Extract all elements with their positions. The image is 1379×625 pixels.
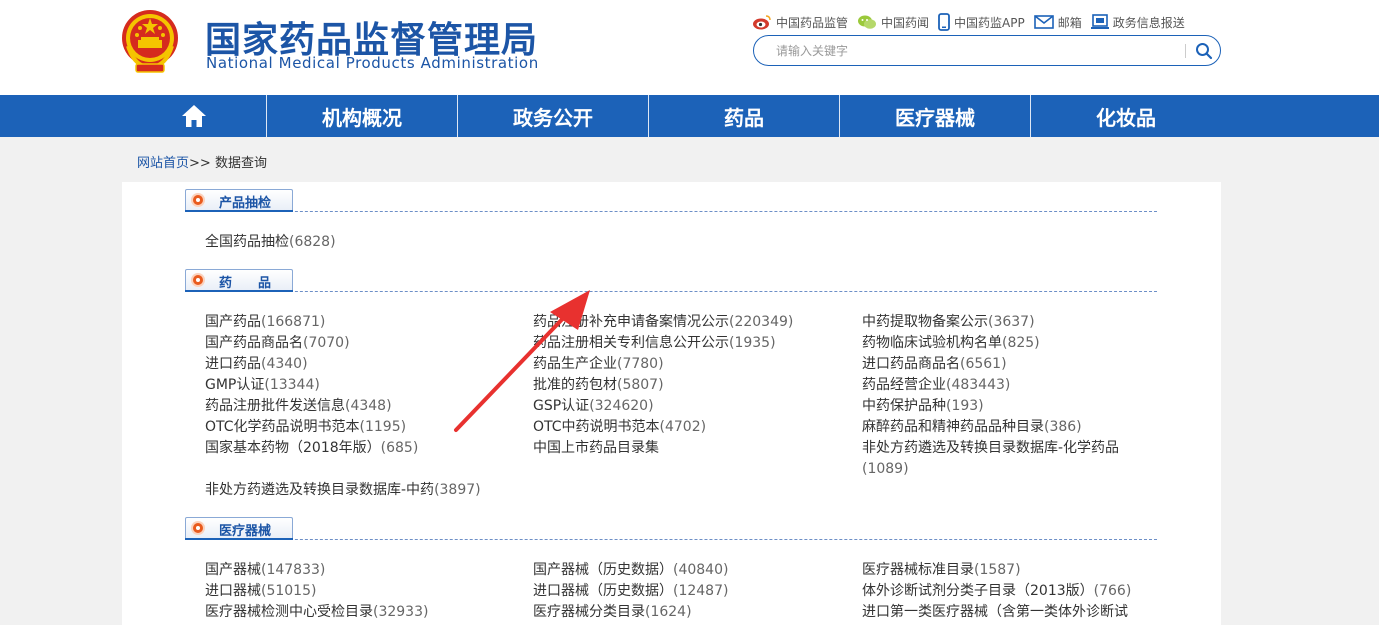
list-item[interactable]: GSP认证(324620): [533, 397, 654, 415]
list-item[interactable]: 进口第一类医疗器械（含第一类体外诊断试: [862, 603, 1128, 621]
toplink-label: 政务信息报送: [1112, 15, 1185, 30]
bullet-icon: [193, 275, 203, 285]
breadcrumb: 网站首页>> 数据查询: [137, 152, 267, 171]
site-header: 国家药品监督管理局 National Medical Products Admi…: [0, 0, 1379, 95]
section-divider: [185, 538, 1157, 540]
mail-icon: [1033, 15, 1054, 29]
list-item[interactable]: 医疗器械分类目录(1624): [533, 603, 692, 621]
list-item[interactable]: GMP认证(13344): [205, 376, 320, 394]
nav-jigou[interactable]: 机构概况: [267, 95, 457, 137]
breadcrumb-home-link[interactable]: 网站首页: [137, 156, 189, 171]
weibo-icon: [753, 15, 771, 30]
main-nav: 机构概况 政务公开 药品 医疗器械 化妆品: [0, 95, 1379, 137]
bullet-icon: [193, 523, 203, 533]
list-item[interactable]: 药物临床试验机构名单(825): [862, 334, 1040, 352]
section-divider: [185, 290, 1157, 292]
list-item[interactable]: 进口器械(51015): [205, 582, 316, 600]
nav-huazhuangpin[interactable]: 化妆品: [1031, 95, 1221, 137]
national-emblem-icon[interactable]: [120, 8, 180, 74]
search-input[interactable]: [776, 42, 1176, 60]
bullet-icon: [193, 195, 203, 205]
toplink-label: 中国药监APP: [954, 15, 1025, 30]
list-item[interactable]: 进口药品(4340): [205, 355, 308, 373]
nav-qixie[interactable]: 医疗器械: [840, 95, 1030, 137]
site-title-en[interactable]: National Medical Products Administration: [206, 54, 539, 72]
section-tab: 药 品: [185, 269, 293, 291]
list-item[interactable]: 国产器械（历史数据）(40840): [533, 561, 728, 579]
list-item[interactable]: 中药提取物备案公示(3637): [862, 313, 1035, 331]
list-item[interactable]: 药品注册相关专利信息公开公示(1935): [533, 334, 776, 352]
list-item[interactable]: 中国上市药品目录集: [533, 439, 659, 457]
list-item[interactable]: 全国药品抽检(6828): [205, 233, 336, 251]
nav-zhengwu[interactable]: 政务公开: [458, 95, 648, 137]
list-item[interactable]: 国家基本药物（2018年版）(685): [205, 439, 418, 457]
nav-yaopin[interactable]: 药品: [649, 95, 839, 137]
breadcrumb-separator: >>: [189, 156, 211, 171]
section-tab: 医疗器械: [185, 517, 293, 539]
list-item[interactable]: 非处方药遴选及转换目录数据库-中药(3897): [205, 481, 481, 499]
list-item[interactable]: 进口器械（历史数据）(12487): [533, 582, 728, 600]
section-title: 产品抽检: [219, 196, 272, 211]
top-links: 中国药品监管 中国药闻 中国药监APP 邮箱 政务信息报送: [752, 12, 1194, 32]
search-icon[interactable]: [1194, 41, 1214, 61]
list-item[interactable]: 药品生产企业(7780): [533, 355, 664, 373]
toplink-report[interactable]: 政务信息报送: [1090, 14, 1185, 31]
list-item[interactable]: 中药保护品种(193): [862, 397, 984, 415]
mobile-icon: [938, 13, 950, 31]
search-divider: [1185, 44, 1186, 58]
toplink-label: 中国药品监管: [776, 15, 849, 30]
breadcrumb-current: 数据查询: [214, 156, 267, 171]
nav-home[interactable]: [122, 95, 266, 137]
section-title: 医疗器械: [219, 524, 272, 539]
section-title: 药 品: [219, 276, 272, 291]
toplink-mail[interactable]: 邮箱: [1033, 14, 1082, 31]
search-box: [753, 35, 1221, 66]
list-item[interactable]: 进口药品商品名(6561): [862, 355, 1007, 373]
list-item[interactable]: 批准的药包材(5807): [533, 376, 664, 394]
list-item[interactable]: 药品经营企业(483443): [862, 376, 1010, 394]
section-divider: [185, 210, 1157, 212]
list-item[interactable]: 医疗器械标准目录(1587): [862, 561, 1021, 579]
list-item[interactable]: 麻醉药品和精神药品品种目录(386): [862, 418, 1082, 436]
list-item[interactable]: 体外诊断试剂分类子目录（2013版）(766): [862, 582, 1131, 600]
list-item[interactable]: OTC化学药品说明书范本(1195): [205, 418, 406, 436]
list-item[interactable]: 国产药品(166871): [205, 313, 325, 331]
toplink-label: 邮箱: [1057, 15, 1082, 30]
report-icon: [1090, 14, 1109, 29]
list-item[interactable]: 药品注册补充申请备案情况公示(220349): [533, 313, 793, 331]
toplink-wechat[interactable]: 中国药闻: [857, 14, 929, 31]
home-icon: [182, 105, 206, 127]
list-item[interactable]: 国产药品商品名(7070): [205, 334, 350, 352]
list-item[interactable]: 国产器械(147833): [205, 561, 325, 579]
list-item[interactable]: OTC中药说明书范本(4702): [533, 418, 706, 436]
list-item[interactable]: 医疗器械检测中心受检目录(32933): [205, 603, 428, 621]
section-tab: 产品抽检: [185, 189, 293, 211]
list-item-continuation[interactable]: (1089): [862, 460, 909, 478]
list-item[interactable]: 非处方药遴选及转换目录数据库-化学药品: [862, 439, 1119, 457]
wechat-icon: [858, 15, 877, 29]
toplink-app[interactable]: 中国药监APP: [938, 13, 1025, 31]
list-item[interactable]: 药品注册批件发送信息(4348): [205, 397, 392, 415]
toplink-weibo[interactable]: 中国药品监管: [752, 14, 848, 31]
toplink-label: 中国药闻: [881, 15, 930, 30]
